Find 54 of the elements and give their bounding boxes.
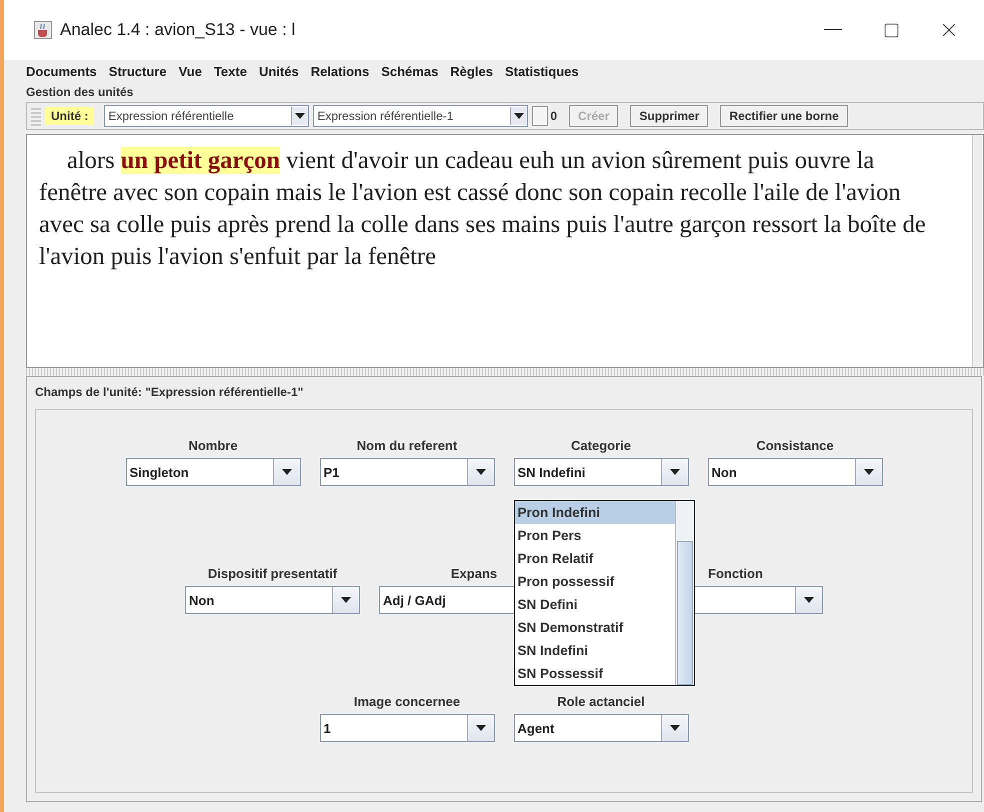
unit-type-combo[interactable]: Expression référentielle — [104, 105, 310, 127]
coffee-cup-icon — [34, 21, 52, 39]
field-label: Consistance — [756, 438, 834, 454]
menu-item[interactable]: Relations — [310, 64, 370, 79]
combo-box[interactable]: Non — [708, 458, 882, 486]
unit-label: Unité : — [45, 107, 94, 125]
scrollbar[interactable] — [972, 135, 983, 367]
unit-instance-combo[interactable]: Expression référentielle-1 — [313, 105, 528, 127]
combo-box[interactable]: 1 — [320, 714, 494, 742]
dropdown-option[interactable]: Pron Indefini — [514, 501, 674, 524]
menu-item[interactable]: Unités — [258, 64, 299, 79]
caret-icon — [514, 113, 524, 119]
splitter[interactable] — [26, 368, 984, 376]
minimize-icon — [824, 29, 842, 31]
scrollbar[interactable] — [674, 501, 694, 685]
field-label: Nom du referent — [356, 438, 458, 454]
caret-icon — [476, 725, 486, 731]
caret-icon — [295, 113, 306, 119]
field-label: Image concernee — [354, 694, 460, 710]
maximize-icon — [882, 22, 900, 38]
transcript-text: alors un petit garçon vient d'avoir un cadeau euh un avion sûrement puis ouvre la fenêtre avec son copain mais le l'avion est cassé donc son copain recolle l'aile de l'avion avec sa colle puis après prend la colle dans ses mains puis l'autre garçon ressort la boîte de l'avion puis l'avion s'enfuit par la fenêtre — [38, 146, 927, 272]
combo-box[interactable]: SN Indefini — [514, 458, 688, 486]
spinner-value[interactable]: 0 — [550, 109, 558, 123]
spinner-arrows[interactable] — [532, 106, 548, 126]
combo-box[interactable]: Non — [185, 586, 360, 614]
menu-item[interactable]: Vue — [178, 64, 202, 79]
caret-icon — [282, 469, 292, 475]
combo-box[interactable]: Singleton — [126, 458, 300, 486]
section-title: Gestion des unités — [26, 85, 134, 99]
menu-item[interactable]: Statistiques — [504, 64, 579, 79]
caret-icon — [670, 725, 680, 731]
field-label: Categorie — [571, 438, 631, 454]
caret-icon — [341, 597, 351, 603]
window-title: Analec 1.4 : avion_S13 - vue : l — [60, 20, 296, 40]
combo-box[interactable]: P1 — [320, 458, 494, 486]
caret-icon — [804, 597, 814, 603]
caret-icon — [670, 469, 680, 475]
combo-box[interactable]: Agent — [514, 714, 688, 742]
caret-icon — [476, 469, 486, 475]
menu-item[interactable]: Texte — [214, 64, 247, 79]
field-label: Nombre — [188, 438, 238, 454]
panel-title: Champs de l'unité: "Expression référentielle-1" — [35, 385, 304, 399]
menu-item[interactable]: Structure — [108, 64, 167, 79]
field-label: Dispositif presentatif — [208, 566, 338, 582]
toolbar-button[interactable]: Rectifier une borne — [720, 105, 848, 127]
grip-handle[interactable] — [31, 106, 41, 126]
caret-icon — [864, 469, 874, 475]
toolbar-button[interactable]: Supprimer — [630, 105, 708, 127]
menu-item[interactable]: Règles — [450, 64, 493, 79]
menu-item[interactable]: Schémas — [381, 64, 438, 79]
menu-item[interactable]: Documents — [26, 64, 97, 79]
field-label: Role actanciel — [557, 694, 645, 710]
field-label: Expans — [450, 566, 498, 582]
field-label: Fonction — [708, 566, 763, 582]
